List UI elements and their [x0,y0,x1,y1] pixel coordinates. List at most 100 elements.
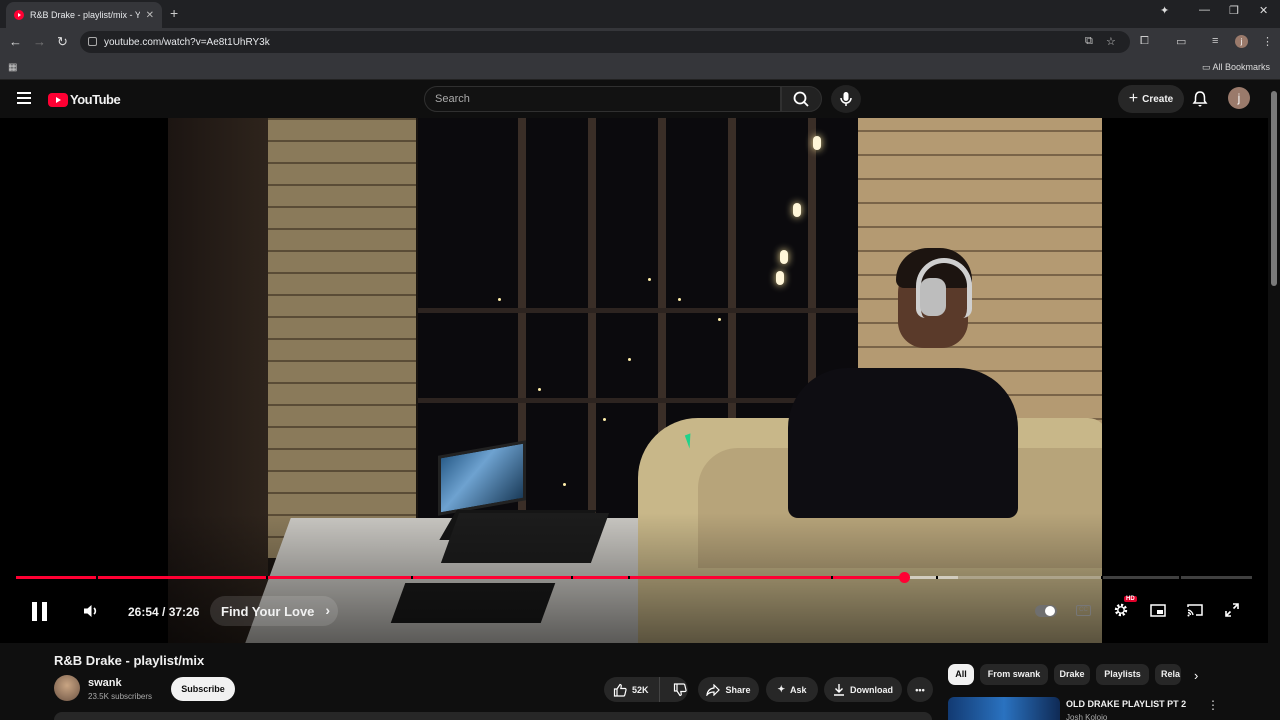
all-bookmarks[interactable]: ▭ All Bookmarks [1202,62,1270,73]
chapter-marker [411,576,413,579]
like-count: 52K [632,684,649,695]
forward-icon[interactable]: → [33,34,46,49]
volume-button[interactable] [82,602,100,620]
share-icon [706,683,721,696]
notifications-button[interactable] [1192,90,1208,108]
chip-from-swank[interactable]: From swank [980,664,1048,685]
new-tab-icon[interactable]: + [170,5,178,21]
thumbs-up-icon [613,683,627,697]
scene-light [793,203,801,217]
download-icon [834,684,844,696]
gemini-icon[interactable]: ✦ [1160,4,1169,17]
chapter-marker [1179,576,1181,579]
download-button[interactable]: Download [824,677,902,702]
youtube-favicon-icon [14,10,24,20]
channel-name[interactable]: swank [88,677,122,689]
youtube-play-logo-icon [48,92,68,107]
fullscreen-icon [1225,603,1239,617]
extensions-icon[interactable]: ⧠ [1140,35,1149,48]
create-button[interactable]: + Create [1118,85,1184,113]
video-title: R&B Drake - playlist/mix [54,653,205,668]
download-label: Download [850,684,893,695]
bookmark-star-icon[interactable]: ☆ [1106,35,1116,48]
fullscreen-button[interactable] [1225,603,1239,617]
progress-bar[interactable] [16,572,1252,583]
close-tab-icon[interactable]: ✕ [146,10,154,21]
chapter-title: Find Your Love [221,603,315,619]
volume-icon [84,605,97,617]
recommendation-channel[interactable]: Josh Kolojo [1066,713,1107,720]
share-button[interactable]: Share [698,677,759,702]
cast-icon [1187,604,1203,617]
bookmarks-bar: ▦ ▭ All Bookmarks [0,56,1280,80]
install-app-icon[interactable]: ⧉ [1085,35,1093,48]
browser-tab[interactable]: R&B Drake - playlist/mix - Y ✕ [6,2,162,28]
chapter-marker [96,576,98,579]
all-bookmarks-label: All Bookmarks [1212,62,1270,72]
media-controls-icon[interactable]: ≡ [1212,35,1218,47]
dislike-button[interactable] [665,682,687,697]
ask-button[interactable]: ✦ Ask [766,677,818,702]
cast-button[interactable] [1187,603,1203,617]
apps-grid-icon[interactable]: ▦ [8,62,17,73]
search-icon [793,91,809,107]
chip-drake[interactable]: Drake [1054,664,1090,685]
time-display: 26:54 / 37:26 [128,605,200,619]
browser-menu-icon[interactable]: ⋮ [1262,35,1273,48]
pause-button[interactable] [32,602,48,621]
more-horizontal-icon: ••• [915,684,925,695]
scrollbar-thumb[interactable] [1271,91,1277,286]
chip-related[interactable]: Rela [1155,664,1181,685]
url-text: youtube.com/watch?v=Ae8t1UhRY3k [104,36,270,48]
ask-label: Ask [790,684,807,695]
chip-all[interactable]: All [948,664,974,685]
voice-search-button[interactable] [831,85,861,113]
share-label: Share [725,684,751,695]
minimize-icon[interactable]: — [1199,4,1210,16]
scene-light [813,136,821,150]
miniplayer-button[interactable] [1150,604,1166,617]
window-close-icon[interactable]: ✕ [1259,4,1268,17]
chapter-button[interactable]: Find Your Love › [210,596,338,626]
subscriber-count: 23.5K subscribers [88,692,153,701]
subtitles-button[interactable]: CC [1076,605,1091,616]
miniplayer-icon [1150,604,1166,617]
scene-light [780,250,788,264]
search-button[interactable] [781,86,822,112]
tab-search-icon[interactable]: ▭ [1176,35,1186,48]
subscribe-button[interactable]: Subscribe [171,677,235,701]
chevron-right-icon[interactable]: › [1194,668,1198,683]
browser-profile-avatar[interactable]: j [1235,35,1248,48]
logo-text: YouTube [70,92,121,107]
channel-avatar[interactable] [54,675,80,701]
site-info-icon[interactable] [88,37,97,46]
search-input[interactable]: Search [424,86,781,112]
recommendation-thumbnail[interactable] [948,697,1060,720]
reload-icon[interactable]: ↻ [57,34,68,50]
create-label: Create [1142,93,1174,105]
like-button[interactable]: 52K [604,677,660,702]
maximize-icon[interactable]: ❐ [1229,4,1239,17]
page-scrollbar[interactable] [1268,81,1280,720]
chapter-marker [936,576,938,579]
chapter-marker [628,576,630,579]
more-vertical-icon[interactable]: ⋮ [1207,698,1219,712]
more-actions-button[interactable]: ••• [907,677,933,702]
recommendation-title[interactable]: OLD DRAKE PLAYLIST PT 2 [1066,699,1186,709]
settings-button[interactable] [1113,602,1129,618]
autoplay-toggle[interactable] [1035,605,1057,617]
video-player[interactable]: 26:54 / 37:26 Find Your Love › CC HD [0,118,1268,643]
menu-icon[interactable] [17,92,31,104]
back-icon[interactable]: ← [9,34,22,49]
avatar[interactable]: j [1228,87,1250,109]
scene-person [788,368,1018,518]
hd-badge: HD [1124,596,1137,602]
chip-playlists[interactable]: Playlists [1096,664,1149,685]
youtube-header: YouTube Search + Create j [0,81,1280,118]
address-bar[interactable]: youtube.com/watch?v=Ae8t1UhRY3k [80,31,1130,53]
scene-mullion [588,118,596,518]
description-box[interactable] [54,712,932,720]
like-dislike-group: 52K [604,677,688,702]
youtube-logo[interactable]: YouTube [48,92,121,107]
microphone-icon [840,92,852,106]
